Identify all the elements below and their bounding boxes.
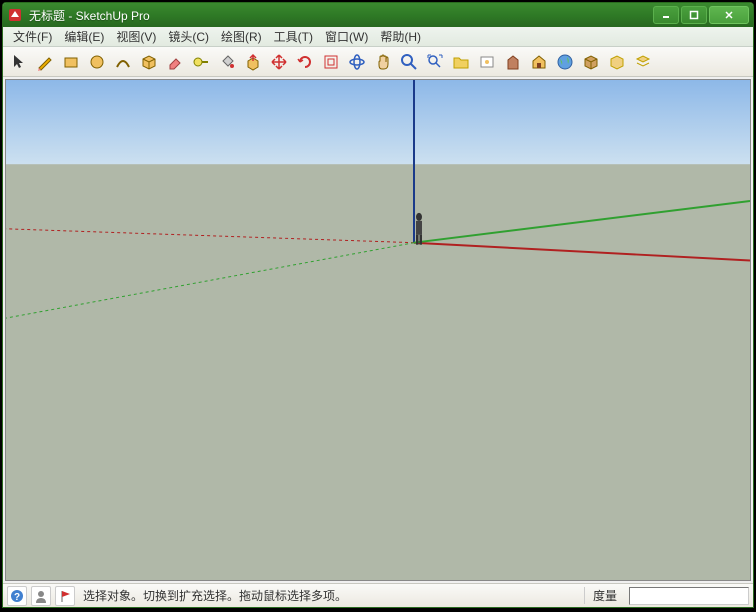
- statusbar: ? 选择对象。切换到扩充选择。拖动鼠标选择多项。 度量: [3, 583, 753, 607]
- component-icon[interactable]: [137, 50, 161, 74]
- warehouse-icon[interactable]: [527, 50, 551, 74]
- menu-edit[interactable]: 编辑(E): [58, 26, 110, 47]
- window-controls: [653, 6, 749, 24]
- zoom-icon[interactable]: [397, 50, 421, 74]
- menu-help[interactable]: 帮助(H): [374, 26, 427, 47]
- status-hint: 选择对象。切换到扩充选择。拖动鼠标选择多项。: [79, 587, 580, 604]
- building-icon[interactable]: [501, 50, 525, 74]
- sky: [6, 80, 750, 164]
- minimize-button[interactable]: [653, 6, 679, 24]
- offset-icon[interactable]: [319, 50, 343, 74]
- package-icon[interactable]: [605, 50, 629, 74]
- orbit-icon[interactable]: [345, 50, 369, 74]
- viewport-3d[interactable]: [5, 79, 751, 581]
- menu-view[interactable]: 视图(V): [110, 26, 162, 47]
- window-title: 无标题 - SketchUp Pro: [29, 7, 653, 24]
- app-window: 无标题 - SketchUp Pro 文件(F) 编辑(E) 视图(V) 镜头(…: [2, 2, 754, 608]
- close-button[interactable]: [709, 6, 749, 24]
- layers-icon[interactable]: [631, 50, 655, 74]
- move-icon[interactable]: [267, 50, 291, 74]
- rectangle-icon[interactable]: [59, 50, 83, 74]
- app-icon: [7, 7, 23, 23]
- box-icon[interactable]: [579, 50, 603, 74]
- menu-tools[interactable]: 工具(T): [268, 26, 319, 47]
- paint-bucket-icon[interactable]: [215, 50, 239, 74]
- menu-file[interactable]: 文件(F): [7, 26, 58, 47]
- ground: [6, 164, 750, 580]
- folder-icon[interactable]: [449, 50, 473, 74]
- menu-draw[interactable]: 绘图(R): [215, 26, 268, 47]
- tape-measure-icon[interactable]: [189, 50, 213, 74]
- pan-icon[interactable]: [371, 50, 395, 74]
- titlebar: 无标题 - SketchUp Pro: [3, 3, 753, 27]
- help-icon[interactable]: ?: [7, 586, 27, 606]
- measure-label: 度量: [584, 587, 625, 604]
- maximize-button[interactable]: [681, 6, 707, 24]
- pencil-line-icon[interactable]: [33, 50, 57, 74]
- preview-icon[interactable]: [475, 50, 499, 74]
- eraser-icon[interactable]: [163, 50, 187, 74]
- globe-icon[interactable]: [553, 50, 577, 74]
- zoom-extents-icon[interactable]: [423, 50, 447, 74]
- push-pull-icon[interactable]: [241, 50, 265, 74]
- person-icon[interactable]: [31, 586, 51, 606]
- svg-text:?: ?: [14, 592, 20, 603]
- circle-icon[interactable]: [85, 50, 109, 74]
- menu-camera[interactable]: 镜头(C): [162, 26, 215, 47]
- measure-field[interactable]: [629, 587, 749, 605]
- menubar: 文件(F) 编辑(E) 视图(V) 镜头(C) 绘图(R) 工具(T) 窗口(W…: [3, 27, 753, 47]
- arc-icon[interactable]: [111, 50, 135, 74]
- select-tool-icon[interactable]: [7, 50, 31, 74]
- menu-window[interactable]: 窗口(W): [319, 26, 374, 47]
- flag-icon[interactable]: [55, 586, 75, 606]
- toolbar: [3, 47, 753, 77]
- rotate-icon[interactable]: [293, 50, 317, 74]
